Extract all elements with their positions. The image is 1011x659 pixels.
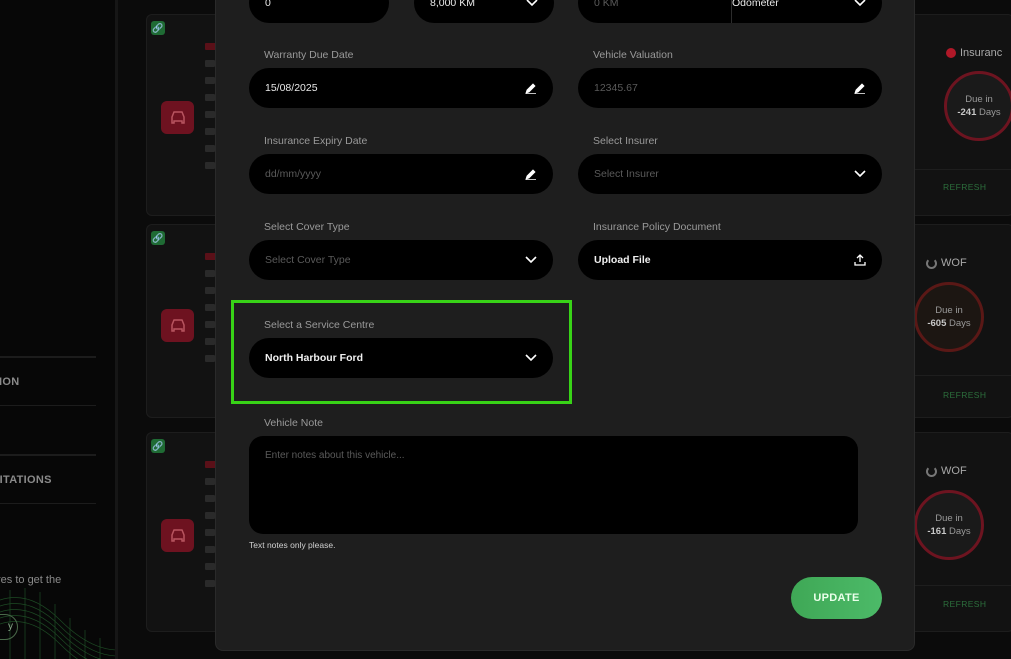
chevron-down-icon (852, 0, 868, 11)
cover-type-label: Select Cover Type (264, 221, 350, 233)
warranty-due-input[interactable]: 15/08/2025 (249, 68, 553, 108)
edit-vehicle-modal: 0 8,000 KM 0 KM Odometer Warranty Due Da… (215, 0, 915, 651)
refresh-link[interactable]: REFRESH (943, 599, 986, 609)
promo-text: res to get the (0, 574, 62, 586)
insurer-select[interactable]: Select Insurer (578, 154, 882, 194)
divider (915, 375, 1011, 376)
due-block: WOF (912, 257, 1011, 269)
cover-type-select[interactable]: Select Cover Type (249, 240, 553, 280)
upload-icon (852, 252, 868, 268)
due-label: WOF (941, 257, 967, 269)
vehicle-note-hint: Text notes only please. (249, 540, 336, 550)
pencil-icon[interactable] (523, 166, 539, 182)
due-ring: Due in -161 Days (914, 490, 984, 560)
insurer-label: Select Insurer (593, 135, 658, 147)
sidebar: TION VITATIONS res to get the y (0, 0, 118, 659)
policy-document-label: Insurance Policy Document (593, 221, 721, 233)
car-icon (161, 101, 194, 134)
link-icon: 🔗 (151, 439, 165, 453)
chevron-down-icon (523, 350, 539, 366)
refresh-icon (926, 257, 937, 269)
due-block: WOF (912, 465, 1011, 477)
vehicle-note-textarea[interactable]: Enter notes about this vehicle... (249, 436, 858, 534)
upload-file-button[interactable]: Upload File (578, 240, 882, 280)
chevron-down-icon (523, 252, 539, 268)
insurance-expiry-label: Insurance Expiry Date (264, 135, 368, 147)
due-ring: Due in -241 Days (944, 71, 1011, 141)
refresh-link[interactable]: REFRESH (943, 390, 986, 400)
due-ring: Due in -605 Days (914, 282, 984, 352)
pencil-icon[interactable] (523, 80, 539, 96)
sidebar-item-invitations[interactable]: VITATIONS (0, 455, 96, 503)
alert-icon (946, 48, 956, 58)
update-button[interactable]: UPDATE (791, 577, 882, 619)
link-icon: 🔗 (151, 231, 165, 245)
sidebar-divider (0, 503, 96, 504)
chevron-down-icon (524, 0, 540, 11)
refresh-link[interactable]: REFRESH (943, 182, 986, 192)
top-field-2[interactable]: 8,000 KM (414, 0, 554, 23)
sidebar-item-label: VITATIONS (0, 473, 52, 486)
top-field-1[interactable]: 0 (249, 0, 389, 23)
wave-decoration (0, 588, 115, 659)
car-icon (161, 309, 194, 342)
divider (915, 585, 1011, 586)
link-icon: 🔗 (151, 21, 165, 35)
service-centre-select[interactable]: North Harbour Ford (249, 338, 553, 378)
odometer-field[interactable]: 0 KM Odometer (578, 0, 882, 23)
vehicle-valuation-input[interactable]: 12345.67 (578, 68, 882, 108)
sidebar-divider (0, 405, 96, 406)
car-icon (161, 519, 194, 552)
sidebar-item-invitation[interactable]: TION (0, 357, 96, 405)
insurance-expiry-input[interactable]: dd/mm/yyyy (249, 154, 553, 194)
refresh-icon (926, 465, 937, 477)
vehicle-note-label: Vehicle Note (264, 417, 323, 429)
divider (731, 0, 732, 23)
due-label: WOF (941, 465, 967, 477)
warranty-due-label: Warranty Due Date (264, 49, 354, 61)
due-block: Insuranc (912, 47, 1011, 59)
divider (915, 169, 1011, 170)
pencil-icon[interactable] (852, 80, 868, 96)
vehicle-valuation-label: Vehicle Valuation (593, 49, 673, 61)
vehicle-note-placeholder: Enter notes about this vehicle... (265, 450, 405, 461)
service-centre-label: Select a Service Centre (264, 319, 375, 331)
due-label: Insuranc (960, 47, 1003, 59)
chevron-down-icon (852, 166, 868, 182)
sidebar-item-label: TION (0, 375, 20, 388)
